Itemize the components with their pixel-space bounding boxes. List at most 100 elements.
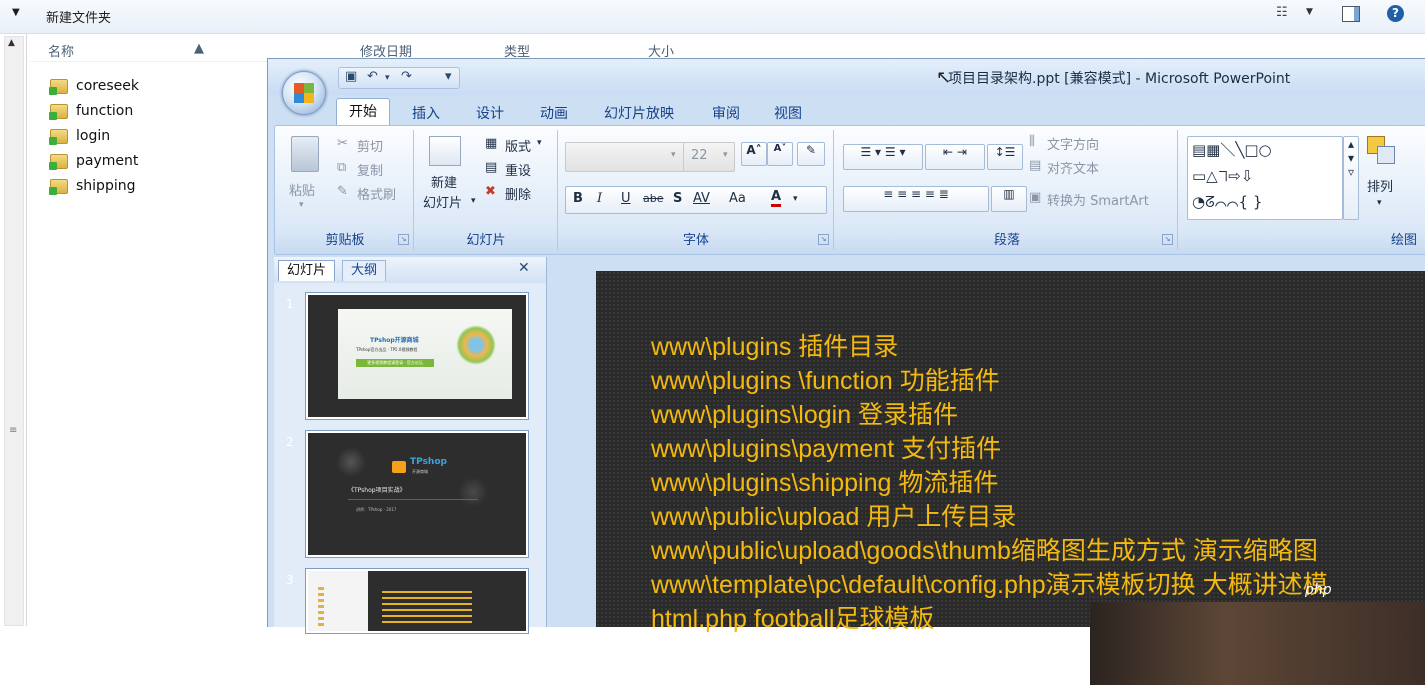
redo-icon[interactable]: ↷ <box>401 69 412 84</box>
preview-pane-icon[interactable] <box>1342 6 1360 22</box>
bullets-button[interactable]: ☰ ▾ ☰ ▾ <box>843 144 923 170</box>
paste-dropdown-icon[interactable]: ▾ <box>299 200 304 210</box>
current-slide[interactable]: www\plugins 插件目录 www\plugins \function 功… <box>596 271 1425 633</box>
cut-button[interactable]: 剪切 <box>357 136 383 155</box>
delete-button[interactable]: 删除 <box>505 184 531 203</box>
dropdown-arrow-icon[interactable]: ▼ <box>12 7 20 18</box>
align-text-button[interactable]: 对齐文本 <box>1047 158 1099 177</box>
dialog-launcher-icon[interactable]: ↘ <box>398 234 409 245</box>
tab-slideshow[interactable]: 幻灯片放映 <box>592 101 686 125</box>
office-button[interactable] <box>282 71 326 115</box>
reset-button[interactable]: 重设 <box>505 160 531 179</box>
character-spacing-button[interactable]: AV <box>693 191 710 206</box>
new-slide-button[interactable]: 新建 <box>431 172 457 191</box>
slides-pane: 幻灯片 大纲 ✕ 1 TPshop开源商城 TPshop官方出品 · TP5.0… <box>274 257 547 633</box>
thumb-subtitle: 讲师：TPshop · 2017 <box>356 507 397 512</box>
slide-text-line[interactable]: www\public\upload 用户上传目录 <box>651 497 1016 533</box>
paste-icon[interactable] <box>291 136 319 172</box>
convert-smartart-button[interactable]: 转换为 SmartArt <box>1047 190 1149 209</box>
font-group: ▾ 22 ▾ A˄ A˅ ✎ B I U abe S AV Aa A ▾ 字体 … <box>559 130 834 250</box>
dialog-launcher-icon[interactable]: ↘ <box>1162 234 1173 245</box>
underline-button[interactable]: U <box>621 191 631 206</box>
columns-button[interactable]: ▥ <box>991 186 1027 212</box>
view-dropdown-icon[interactable]: ▼ <box>1306 7 1313 17</box>
list-item[interactable]: payment <box>49 151 138 171</box>
arrange-button[interactable]: 排列 <box>1367 176 1393 195</box>
tab-insert[interactable]: 插入 <box>400 101 452 125</box>
font-name-dropdown-icon[interactable]: ▾ <box>671 150 676 160</box>
indent-buttons[interactable]: ⇤ ⇥ <box>925 144 985 170</box>
undo-icon[interactable]: ↶ <box>367 69 378 84</box>
line-spacing-button[interactable]: ↕☰ <box>987 144 1023 170</box>
text-direction-button[interactable]: 文字方向 <box>1047 134 1099 153</box>
alignment-buttons[interactable]: ≡ ≡ ≡ ≡ ≣ <box>843 186 989 212</box>
list-item[interactable]: shipping <box>49 176 135 196</box>
new-slide-button-line2[interactable]: 幻灯片 <box>423 192 462 211</box>
tab-design[interactable]: 设计 <box>464 101 516 125</box>
save-icon[interactable]: ▣ <box>345 69 357 84</box>
video-overlay <box>1090 602 1425 685</box>
bold-button[interactable]: B <box>573 191 583 206</box>
italic-button[interactable]: I <box>597 191 602 206</box>
list-item[interactable]: coreseek <box>49 76 139 96</box>
slide-text-line[interactable]: www\plugins \function 功能插件 <box>651 361 1000 397</box>
slide-thumbnail-1[interactable]: TPshop开源商城 TPshop官方出品 · TP5.0视频教程 更多视频教程… <box>306 293 528 419</box>
view-options-icon[interactable]: ☷ <box>1276 5 1288 20</box>
tab-review[interactable]: 审阅 <box>700 101 752 125</box>
scroll-grip-icon[interactable]: ≡ <box>9 425 17 436</box>
tab-view[interactable]: 视图 <box>762 101 814 125</box>
tab-outline[interactable]: 大纲 <box>342 260 387 281</box>
change-case-button[interactable]: Aa <box>729 191 746 206</box>
sort-arrow-icon: ▲ <box>194 41 204 56</box>
undo-dropdown-icon[interactable]: ▾ <box>385 73 390 83</box>
slide-thumbnail-2[interactable]: TPshop 开源商城 《TPshop项目实战》 讲师：TPshop · 201… <box>306 431 528 557</box>
shapes-gallery-scroll[interactable]: ▴ ▾ ▿ <box>1343 136 1359 220</box>
list-item[interactable]: login <box>49 126 110 146</box>
shadow-button[interactable]: S <box>673 191 682 206</box>
slide-text-line[interactable]: www\plugins\payment 支付插件 <box>651 429 1001 465</box>
explorer-toolbar: ▼ 新建文件夹 ☷ ▼ ? <box>0 0 1425 34</box>
slide-text-line[interactable]: www\template\pc\default\config.php演示模板切换… <box>651 565 1328 601</box>
tab-animations[interactable]: 动画 <box>528 101 580 125</box>
slide-number: 2 <box>286 435 294 449</box>
customize-qat-icon[interactable]: ▾ <box>445 69 452 84</box>
font-size-dropdown-icon[interactable]: ▾ <box>723 150 728 160</box>
close-icon[interactable]: ✕ <box>518 260 530 276</box>
shapes-gallery[interactable]: ▤▦＼╲□○ ▭△˥˥⇨⇩ ◔ᘔ⌒⌒{ } <box>1187 136 1343 220</box>
folder-icon <box>49 178 68 195</box>
strikethrough-button[interactable]: abe <box>643 192 664 205</box>
shrink-font-icon[interactable]: A˅ <box>767 142 793 166</box>
slide-text-line[interactable]: html.php football足球模板 <box>651 599 934 635</box>
help-icon[interactable]: ? <box>1387 5 1404 22</box>
thumb-button: 更多视频教程请登录 · 官方论坛 <box>356 359 434 367</box>
delete-icon: ✖ <box>485 184 496 199</box>
paragraph-group-label: 段落 <box>993 233 1020 248</box>
copy-button[interactable]: 复制 <box>357 160 383 179</box>
scroll-up-icon[interactable]: ▲ <box>8 38 15 48</box>
dialog-launcher-icon[interactable]: ↘ <box>818 234 829 245</box>
slide-thumbnail-3[interactable] <box>306 569 528 633</box>
layout-dropdown-icon[interactable]: ▾ <box>537 138 542 148</box>
list-item[interactable]: function <box>49 101 133 121</box>
new-slide-icon[interactable] <box>429 136 461 166</box>
tab-home[interactable]: 开始 <box>336 98 390 125</box>
font-color-button[interactable]: A <box>771 190 782 207</box>
paste-button[interactable]: 粘贴 <box>289 180 315 199</box>
column-name[interactable]: 名称 <box>48 41 74 60</box>
font-group-label: 字体 <box>682 233 709 248</box>
format-painter-button[interactable]: 格式刷 <box>357 184 396 203</box>
tpshop-logo-icon <box>392 461 406 473</box>
font-color-dropdown-icon[interactable]: ▾ <box>793 194 798 204</box>
slide-text-line[interactable]: www\public\upload\goods\thumb缩略图生成方式 演示缩… <box>651 531 1318 567</box>
slide-text-line[interactable]: www\plugins\shipping 物流插件 <box>651 463 998 499</box>
grow-font-icon[interactable]: A˄ <box>741 142 767 166</box>
slide-text-line[interactable]: www\plugins 插件目录 <box>651 327 898 363</box>
clear-formatting-icon[interactable]: ✎ <box>797 142 825 166</box>
new-slide-dropdown-icon[interactable]: ▾ <box>471 196 476 206</box>
layout-button[interactable]: 版式 <box>505 136 531 155</box>
scrollbar[interactable] <box>4 36 24 626</box>
tab-slides[interactable]: 幻灯片 <box>278 260 336 281</box>
arrange-dropdown-icon[interactable]: ▾ <box>1377 198 1382 208</box>
thumb-brand-sub: 开源商城 <box>412 469 428 474</box>
slide-text-line[interactable]: www\plugins\login 登录插件 <box>651 395 958 431</box>
